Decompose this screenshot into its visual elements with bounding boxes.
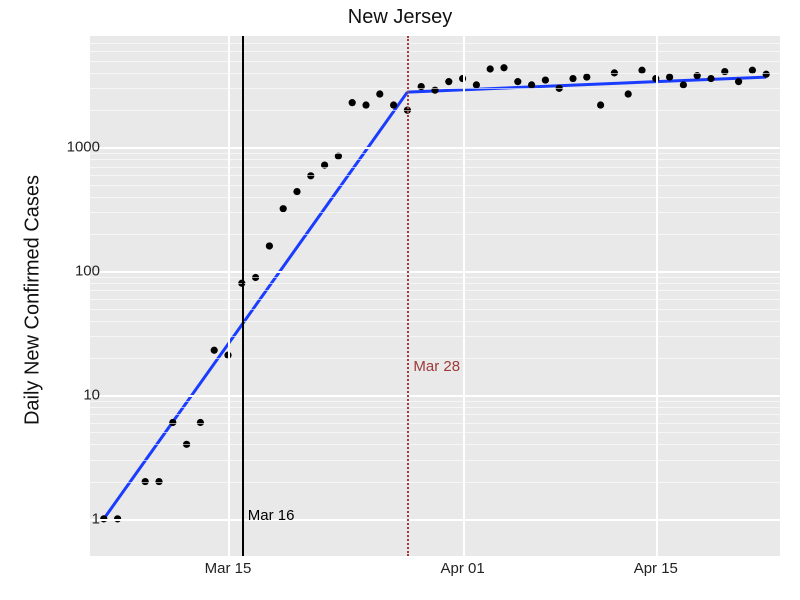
plot-area: Mar 16 Mar 28 (90, 36, 780, 556)
reference-label: Mar 16 (248, 507, 295, 524)
data-point (390, 101, 397, 108)
data-point (707, 75, 714, 82)
y-tick: 1 (40, 510, 100, 527)
y-tick: 100 (40, 263, 100, 280)
y-tick: 10 (40, 387, 100, 404)
reference-label: Mar 28 (413, 358, 460, 375)
x-tick: Apr 15 (634, 560, 678, 577)
data-point (583, 73, 590, 80)
data-point (735, 78, 742, 85)
plot-svg (90, 36, 780, 556)
data-point (625, 90, 632, 97)
data-point (721, 68, 728, 75)
data-point (321, 161, 328, 168)
data-point (349, 99, 356, 106)
data-point (487, 65, 494, 72)
data-point (500, 64, 507, 71)
data-point (514, 78, 521, 85)
data-point (445, 78, 452, 85)
data-point (542, 76, 549, 83)
reference-line (407, 36, 409, 556)
chart-container: New Jersey Daily New Confirmed Cases Mar… (0, 0, 800, 600)
data-point (376, 90, 383, 97)
chart-title: New Jersey (0, 6, 800, 29)
data-point (666, 73, 673, 80)
fit-line (104, 92, 408, 519)
data-point (362, 101, 369, 108)
data-point (569, 75, 576, 82)
x-tick: Mar 15 (205, 560, 252, 577)
data-point (266, 242, 273, 249)
data-point (763, 71, 770, 78)
reference-line (242, 36, 244, 556)
x-tick: Apr 01 (440, 560, 484, 577)
y-tick: 1000 (40, 139, 100, 156)
data-point (293, 188, 300, 195)
data-point (597, 101, 604, 108)
data-point (211, 347, 218, 354)
